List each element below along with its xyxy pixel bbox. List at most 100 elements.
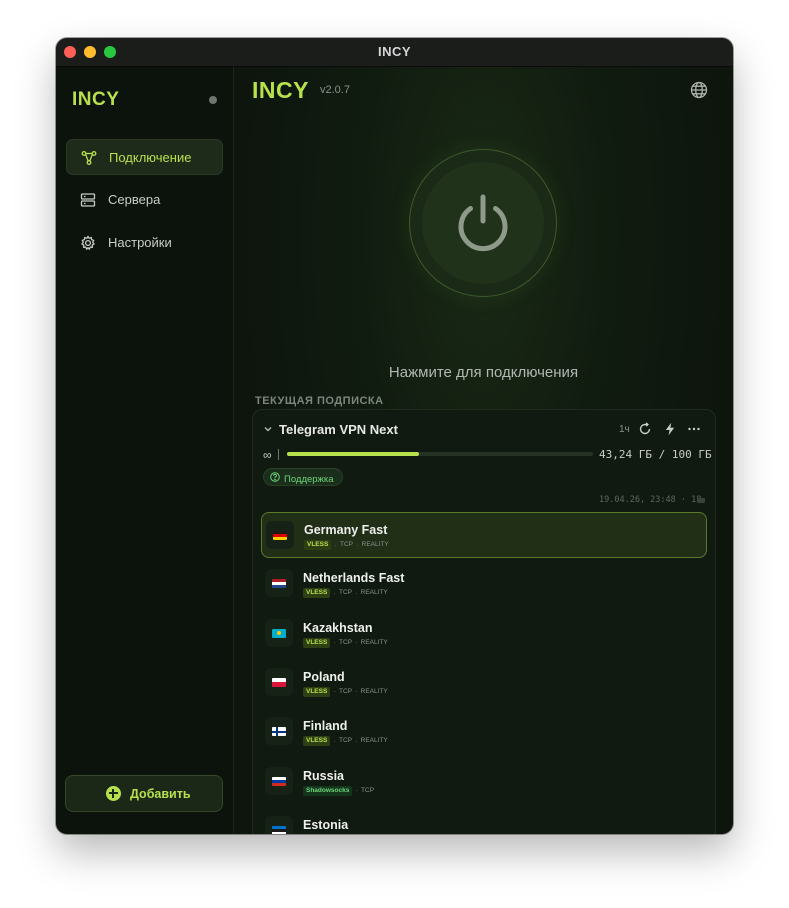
subscription-name: Telegram VPN Next [279,422,398,437]
sidebar-item-connection[interactable]: Подключение [66,139,223,175]
tag-separator: · [333,736,336,746]
protocol-badge: VLESS [303,736,331,747]
fi-flag-icon [272,727,286,737]
power-button-core [422,162,544,284]
tag-separator: · [354,687,358,697]
status-indicator [209,96,217,104]
transport-tag: TCP [338,737,352,745]
sidebar-logo: INCY [72,89,120,110]
app-window: INCY INCY Подключение Сервера Настройки [56,38,733,834]
traffic-progress-bar [287,452,593,456]
protocol-badge: VLESS [303,637,331,648]
pl-flag-icon [272,677,286,687]
refresh-icon[interactable] [638,422,652,436]
help-circle-icon [270,472,280,482]
server-item-poland[interactable]: Poland VLESS · TCP · REALITY [261,660,707,706]
server-tags: VLESS · TCP · REALITY [303,637,388,648]
tag-separator: · [355,540,359,550]
power-button[interactable] [409,149,557,297]
add-subscription-button[interactable]: Добавить [65,775,223,812]
server-item-estonia[interactable]: EstoniaVLESS·TCP·REALITY [261,808,707,834]
infinity-icon: ∞ [263,448,272,462]
server-name: Germany Fast [304,523,388,537]
tag-separator: · [354,588,358,598]
plus-circle-icon [106,786,121,801]
transport-tag: TCP [338,638,352,646]
divider [278,449,279,460]
flag-tile [265,618,293,647]
protocol-badge: VLESS [303,588,331,599]
server-name: Russia [303,768,344,783]
server-tags: VLESS · TCP · REALITY [304,540,389,550]
gear-icon [81,235,95,251]
ee-flag-icon [272,825,286,834]
server-tags: VLESS · TCP · REALITY [303,588,388,599]
kz-flag-icon [272,628,286,638]
globe-icon[interactable] [690,81,708,99]
title-bar: INCY [56,38,733,67]
security-tag: REALITY [360,737,388,745]
sidebar: INCY Подключение Сервера Настройки Добав… [56,67,234,834]
server-item-germany-fast[interactable]: Germany Fast VLESS · TCP · REALITY [261,512,707,558]
support-link[interactable]: Поддержка [263,468,343,486]
version-label: v2.0.7 [320,84,350,96]
server-tags: VLESS · TCP · REALITY [303,736,388,747]
sidebar-item-label: Сервера [108,192,161,207]
de-flag-icon [273,531,287,540]
main-panel: INCY v2.0.7 Нажмите для подключения ТЕКУ… [234,67,733,834]
transport-tag: TCP [361,786,375,794]
server-name: Poland [303,669,345,684]
updated-indicator [697,498,705,503]
server-name: Estonia [303,817,349,832]
sidebar-item-settings[interactable]: Настройки [66,225,223,261]
servers-stack-icon [80,193,96,207]
subscription-card: Telegram VPN Next 1ч ∞ 43,24 ГБ / 100 ГБ [252,409,716,834]
tag-separator: · [333,638,336,648]
transport-tag: TCP [339,541,353,548]
tag-separator: · [354,736,358,746]
flag-tile [265,815,293,834]
traffic-usage: 43,24 ГБ / 100 ГБ [599,448,712,461]
transport-tag: TCP [338,589,352,597]
protocol-badge: VLESS [303,686,331,697]
tag-separator: · [354,638,358,648]
lightning-icon[interactable] [663,422,677,436]
sidebar-item-label: Подключение [109,150,192,165]
last-updated: 19.04.26, 23:48 · 18 [599,495,702,505]
add-button-label: Добавить [130,787,191,801]
window-title: INCY [377,44,412,59]
security-tag: REALITY [360,687,388,695]
security-tag: REALITY [361,541,389,548]
more-options-icon[interactable] [687,422,701,436]
protocol-badge: VLESS [304,540,332,550]
server-tags: Shadowsocks · TCP [303,785,375,796]
flag-tile [265,667,293,696]
tag-separator: · [333,687,336,697]
server-name: Finland [303,719,348,734]
server-item-kazakhstan[interactable]: Kazakhstan VLESS · TCP · REALITY [261,611,707,657]
sidebar-item-label: Настройки [108,235,172,250]
server-item-netherlands-fast[interactable]: Netherlands Fast VLESS · TCP · REALITY [261,561,707,607]
server-item-russia[interactable]: Russia Shadowsocks · TCP [261,759,707,805]
security-tag: REALITY [360,638,388,646]
connection-nodes-icon [81,151,97,165]
traffic-progress-fill [287,452,419,456]
brand-title: INCY [252,77,309,103]
flag-tile [265,717,293,746]
flag-tile [266,521,294,549]
nl-flag-icon [272,579,286,589]
subscription-heading: ТЕКУЩАЯ ПОДПИСКА [255,395,384,407]
server-name: Netherlands Fast [303,571,405,586]
chevron-down-icon[interactable] [263,424,273,434]
server-tags: VLESS · TCP · REALITY [303,686,388,697]
tag-separator: · [334,540,337,550]
sidebar-item-servers[interactable]: Сервера [66,182,223,218]
tag-separator: · [333,588,336,598]
subscription-update-interval: 1ч [619,424,630,435]
security-tag: REALITY [360,589,388,597]
transport-tag: TCP [338,687,352,695]
power-icon [458,194,508,252]
connect-hint: Нажмите для подключения [388,364,579,381]
tag-separator: · [355,786,359,795]
server-item-finland[interactable]: Finland VLESS · TCP · REALITY [261,709,707,755]
